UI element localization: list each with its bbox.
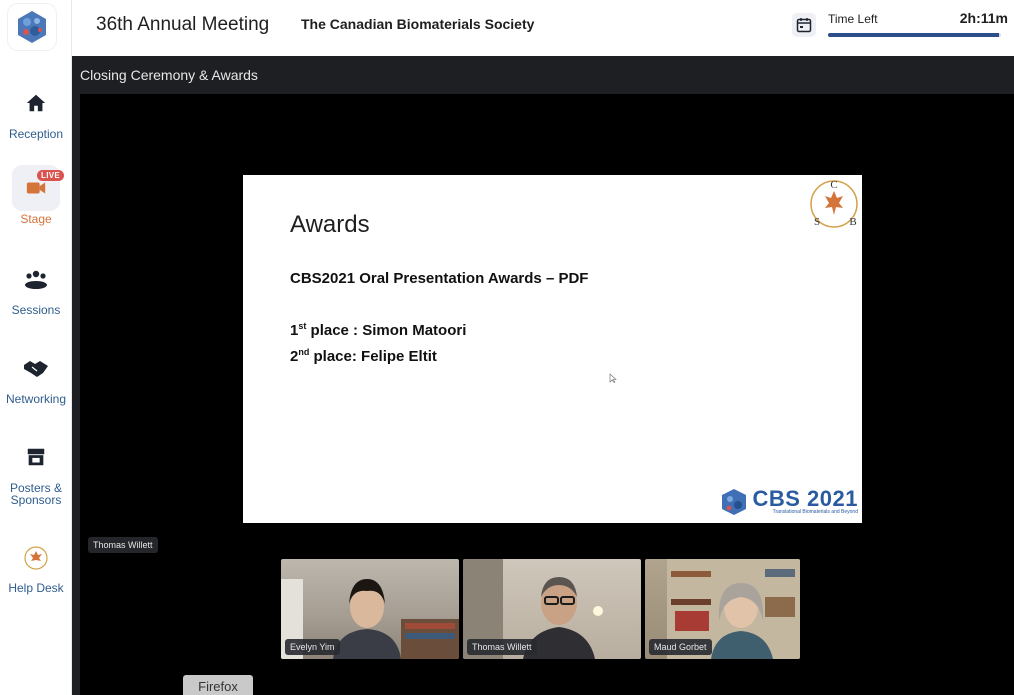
handshake-icon [24, 361, 48, 377]
participant-name: Thomas Willett [467, 639, 537, 655]
time-left-label: Time Left [828, 12, 878, 26]
sidebar-item-label: Posters & Sponsors [9, 481, 63, 507]
presentation-slide: Awards CBS2021 Oral Presentation Awards … [243, 175, 862, 523]
sidebar-item-label: Help Desk [8, 581, 64, 595]
calendar-button[interactable] [792, 13, 816, 37]
first-place-text: place : Simon Matoori [306, 322, 467, 339]
participant-tile-evelyn[interactable]: Evelyn Yim [281, 559, 459, 659]
sidebar-item-posters-sponsors[interactable]: Posters & Sponsors [0, 434, 72, 506]
org-title: The Canadian Biomaterials Society [301, 16, 535, 32]
time-left-progress [828, 33, 1001, 37]
nav-icon-wrapper [12, 80, 60, 126]
nav-icon-wrapper [12, 434, 60, 480]
stage-title: Closing Ceremony & Awards [80, 67, 258, 83]
sidebar-item-label: Reception [8, 127, 64, 141]
sidebar-item-label: Networking [5, 392, 67, 406]
second-place-sup: nd [298, 347, 310, 357]
home-icon [26, 94, 46, 112]
csb-letter-c: C [830, 179, 837, 191]
csb-maple-logo: C S B [810, 179, 858, 228]
sidebar: Reception LIVE Stage Sessions Networking… [0, 0, 72, 695]
participant-tile-maud[interactable]: Maud Gorbet [645, 559, 800, 659]
sidebar-item-label: Sessions [11, 303, 61, 317]
live-badge: LIVE [37, 170, 64, 181]
cbs-hexagon-icon [722, 489, 747, 515]
second-place-text: place: Felipe Eltit [309, 348, 437, 365]
sidebar-item-stage[interactable]: LIVE Stage [0, 165, 72, 225]
slide-subtitle: CBS2021 Oral Presentation Awards – PDF [290, 270, 589, 287]
first-place: 1st place : Simon Matoori [290, 321, 467, 339]
event-logo[interactable] [8, 4, 56, 50]
header: 36th Annual Meeting The Canadian Biomate… [72, 0, 1014, 56]
storefront-icon [27, 448, 45, 466]
cbs-text-block: CBS 2021 Translational Biomaterials and … [752, 486, 858, 516]
mouse-cursor-icon [609, 373, 617, 383]
participant-name: Maud Gorbet [649, 639, 712, 655]
nav-icon-wrapper [12, 536, 60, 580]
time-left-value: 2h:11m [959, 10, 1008, 26]
group-icon [25, 270, 47, 289]
second-place: 2nd place: Felipe Eltit [290, 347, 437, 365]
time-left-progress-fill [828, 33, 1000, 37]
sidebar-item-sessions[interactable]: Sessions [0, 256, 72, 316]
cbs-title: CBS 2021 [752, 486, 858, 511]
nav-icon-wrapper [12, 345, 60, 391]
cbs-footer-logo: CBS 2021 Translational Biomaterials and … [718, 487, 858, 517]
csb-letter-b: B [849, 216, 856, 228]
csb-logo-icon [24, 546, 48, 570]
slide-title: Awards [290, 211, 370, 238]
participant-name: Evelyn Yim [285, 639, 340, 655]
sidebar-item-help-desk[interactable]: Help Desk [0, 536, 72, 594]
sidebar-item-networking[interactable]: Networking [0, 345, 72, 405]
nav-icon-wrapper: LIVE [12, 165, 64, 211]
firefox-tab[interactable]: Firefox [183, 675, 253, 695]
hexagon-logo-icon [18, 11, 46, 43]
sidebar-item-reception[interactable]: Reception [0, 80, 72, 140]
sidebar-item-label: Stage [20, 212, 52, 226]
calendar-icon [796, 18, 812, 33]
active-speaker-label: Thomas Willett [88, 537, 158, 553]
event-title: 36th Annual Meeting [96, 14, 270, 35]
nav-icon-wrapper [12, 256, 60, 302]
csb-letter-s: S [814, 216, 820, 228]
participant-tile-thomas[interactable]: Thomas Willett [463, 559, 641, 659]
